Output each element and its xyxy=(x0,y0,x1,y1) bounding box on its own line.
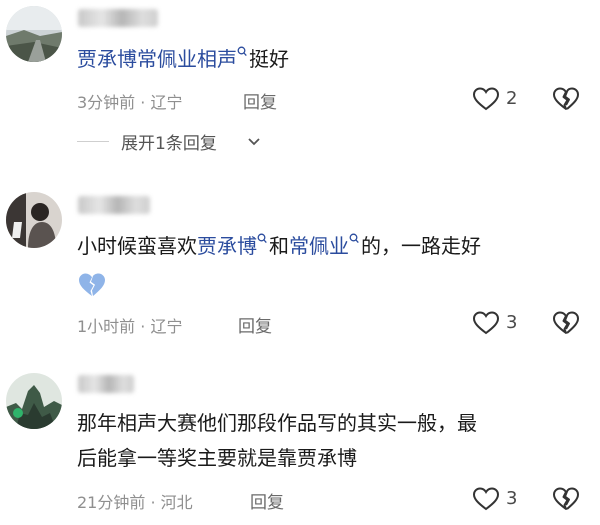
username-blurred[interactable] xyxy=(78,9,158,27)
broken-heart-outline-icon[interactable] xyxy=(552,86,580,116)
comment-meta: 3分钟前 · 辽宁 xyxy=(77,93,183,112)
comment-text-line-2: 后能拿一等奖主要就是靠贾承博 xyxy=(77,446,357,470)
keyword-link[interactable]: 贾承博 xyxy=(77,47,137,71)
comment-text-segment: 小时候蛮喜欢 xyxy=(77,234,197,258)
chevron-down-icon xyxy=(247,134,261,153)
broken-heart-outline-icon[interactable] xyxy=(552,486,580,516)
like-count: 2 xyxy=(506,88,518,109)
heart-outline-icon xyxy=(472,486,500,516)
keyword-link[interactable]: 常佩业相声 xyxy=(137,47,237,71)
comment-text: 小时候蛮喜欢贾承博 和常佩业 的，一路走好 xyxy=(77,229,481,263)
search-icon xyxy=(349,229,359,244)
heart-outline-icon xyxy=(472,86,500,116)
comment-meta: 21分钟前 · 河北 xyxy=(77,493,193,512)
comment-text-segment: 挺好 xyxy=(249,47,289,71)
avatar[interactable] xyxy=(6,373,62,429)
divider xyxy=(77,141,109,142)
comment-text: 贾承博常佩业相声 挺好 xyxy=(77,42,289,76)
avatar[interactable] xyxy=(6,6,62,62)
username-blurred[interactable] xyxy=(78,196,150,214)
keyword-link[interactable]: 常佩业 xyxy=(289,234,349,258)
username-blurred[interactable] xyxy=(78,375,134,393)
comment-text-segment: 的，一路走好 xyxy=(361,234,481,258)
comment-text-segment: 和 xyxy=(269,234,289,258)
search-icon xyxy=(237,42,247,57)
keyword-link[interactable]: 贾承博 xyxy=(197,234,257,258)
like-count: 3 xyxy=(506,488,518,509)
heart-outline-icon xyxy=(472,310,500,340)
comment-meta: 1小时前 · 辽宁 xyxy=(77,317,183,336)
reply-button[interactable]: 回复 xyxy=(238,312,272,337)
comment-text-line-1: 那年相声大赛他们那段作品写的其实一般，最 xyxy=(77,411,477,435)
avatar[interactable] xyxy=(6,192,62,248)
like-count: 3 xyxy=(506,312,518,333)
search-icon xyxy=(257,229,267,244)
broken-heart-emoji xyxy=(77,271,107,303)
reply-button[interactable]: 回复 xyxy=(243,88,277,113)
broken-heart-outline-icon[interactable] xyxy=(552,310,580,340)
expand-replies-label: 展开1条回复 xyxy=(121,134,217,154)
reply-button[interactable]: 回复 xyxy=(250,488,284,513)
